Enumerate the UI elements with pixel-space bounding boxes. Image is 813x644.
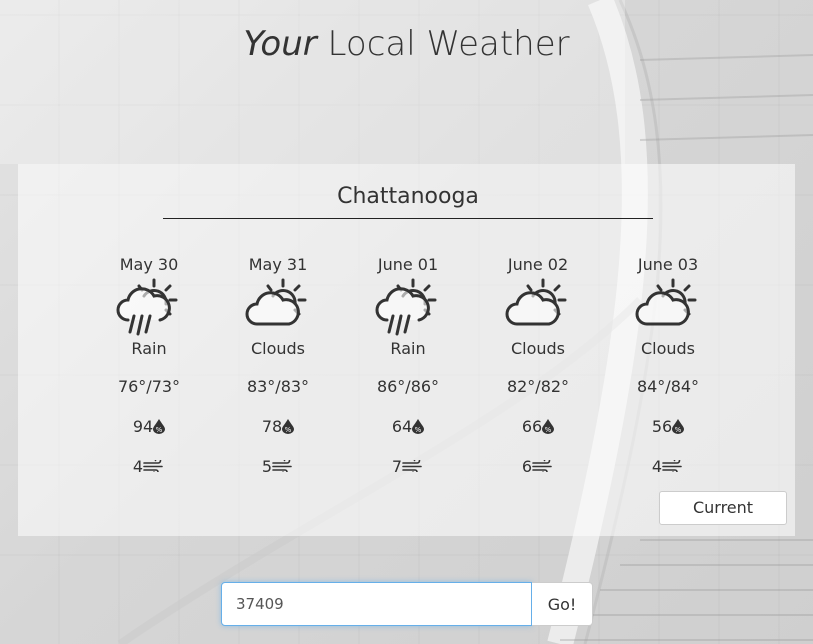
- humidity-drop-icon: %: [282, 417, 295, 436]
- humidity-drop-icon: %: [153, 417, 166, 436]
- forecast-day: June 03 Clouds 84°/84° 56% 4: [608, 254, 728, 478]
- wind-icon: [143, 457, 165, 476]
- humidity-drop-icon: %: [672, 417, 685, 436]
- forecast-temp: 86°/86°: [376, 377, 440, 396]
- forecast-wind: 4: [608, 456, 728, 478]
- zip-search-input[interactable]: [221, 582, 532, 626]
- forecast-condition: Clouds: [510, 339, 566, 358]
- forecast-date: June 03: [637, 255, 699, 274]
- humidity-value: 78: [261, 417, 283, 436]
- svg-text:%: %: [285, 426, 292, 434]
- cloud-sun-icon: [608, 276, 728, 338]
- rain-sun-icon: [348, 276, 468, 338]
- forecast-date: May 31: [248, 255, 308, 274]
- humidity-value: 56: [651, 417, 673, 436]
- title-emphasis: Your: [243, 24, 317, 64]
- forecast-day: June 01 Rain 86°/86° 64% 7: [348, 254, 468, 478]
- forecast-date: May 30: [119, 255, 179, 274]
- wind-icon: [662, 457, 684, 476]
- forecast-condition: Clouds: [250, 339, 306, 358]
- humidity-value: 64: [391, 417, 413, 436]
- svg-text:%: %: [156, 426, 163, 434]
- svg-text:%: %: [415, 426, 422, 434]
- forecast-humidity: 64%: [348, 416, 468, 438]
- forecast-date: June 02: [507, 255, 569, 274]
- wind-value: 4: [132, 457, 144, 476]
- wind-value: 6: [521, 457, 533, 476]
- cloud-sun-icon: [478, 276, 598, 338]
- forecast-condition: Rain: [390, 339, 426, 358]
- forecast-humidity: 56%: [608, 416, 728, 438]
- forecast-temp: 84°/84°: [636, 377, 700, 396]
- forecast-wind: 7: [348, 456, 468, 478]
- humidity-drop-icon: %: [542, 417, 555, 436]
- forecast-day: May 30 Rain 76°/73° 94% 4: [89, 254, 209, 478]
- wind-value: 7: [391, 457, 403, 476]
- forecast-temp: 82°/82°: [506, 377, 570, 396]
- forecast-date: June 01: [377, 255, 439, 274]
- title-rest: Local Weather: [316, 24, 570, 64]
- humidity-value: 94: [132, 417, 154, 436]
- go-button[interactable]: Go!: [532, 582, 593, 626]
- wind-icon: [402, 457, 424, 476]
- wind-value: 4: [651, 457, 663, 476]
- humidity-drop-icon: %: [412, 417, 425, 436]
- svg-text:%: %: [545, 426, 552, 434]
- svg-text:%: %: [675, 426, 682, 434]
- forecast-temp: 83°/83°: [246, 377, 310, 396]
- forecast-day: May 31 Clouds 83°/83° 78% 5: [218, 254, 338, 478]
- rain-sun-icon: [89, 276, 209, 338]
- wind-value: 5: [261, 457, 273, 476]
- current-button[interactable]: Current: [659, 491, 787, 525]
- forecast-wind: 6: [478, 456, 598, 478]
- forecast-humidity: 78%: [218, 416, 338, 438]
- page-title: Your Local Weather: [0, 24, 813, 64]
- forecast-temp: 76°/73°: [117, 377, 181, 396]
- wind-icon: [532, 457, 554, 476]
- humidity-value: 66: [521, 417, 543, 436]
- forecast-wind: 4: [89, 456, 209, 478]
- forecast-condition: Clouds: [640, 339, 696, 358]
- forecast-condition: Rain: [131, 339, 167, 358]
- forecast-humidity: 94%: [89, 416, 209, 438]
- forecast-day: June 02 Clouds 82°/82° 66% 6: [478, 254, 598, 478]
- wind-icon: [272, 457, 294, 476]
- forecast-wind: 5: [218, 456, 338, 478]
- city-name: Chattanooga: [163, 178, 653, 219]
- cloud-sun-icon: [218, 276, 338, 338]
- forecast-humidity: 66%: [478, 416, 598, 438]
